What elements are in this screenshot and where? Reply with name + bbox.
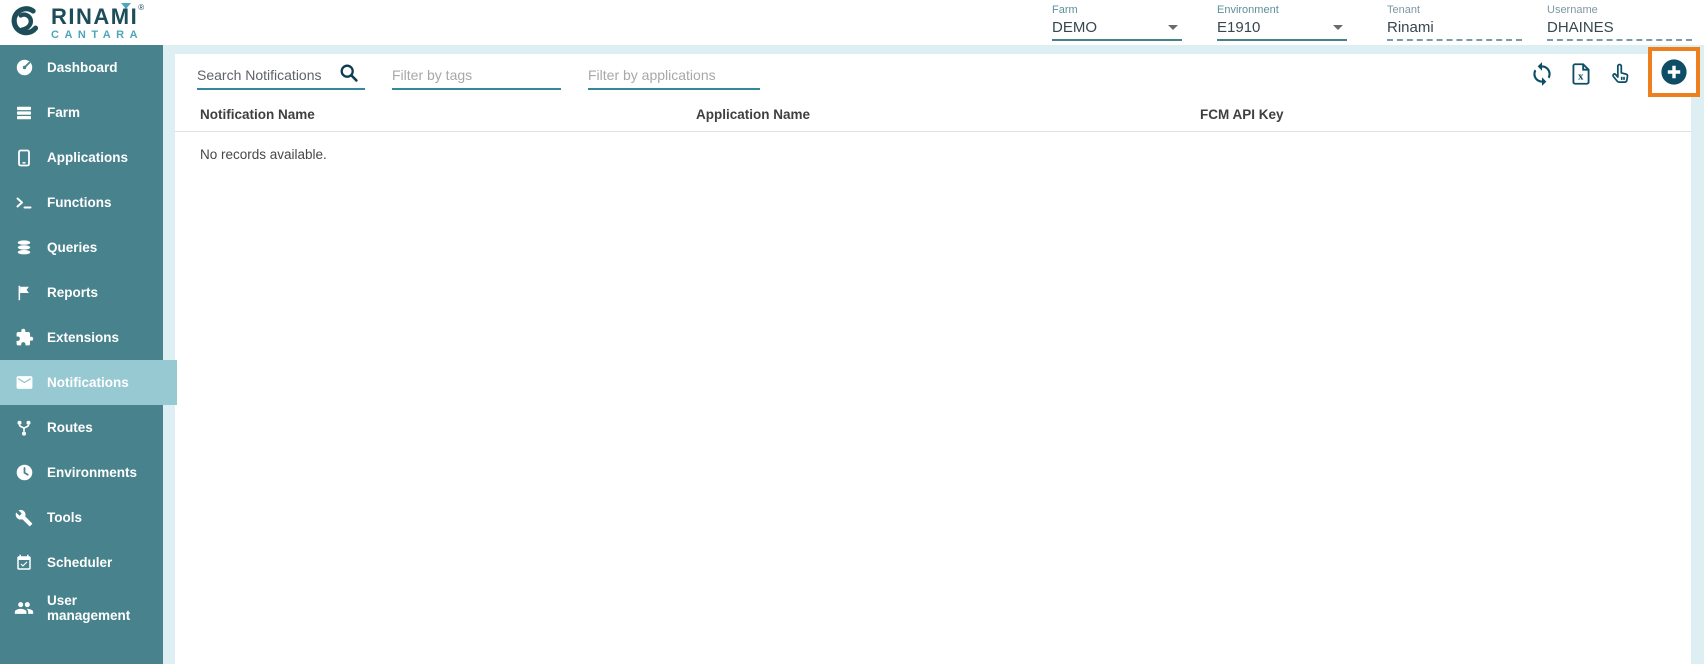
sidebar-item-environments[interactable]: Environments	[0, 450, 163, 495]
sidebar-item-label: Applications	[47, 150, 128, 165]
tools-icon	[14, 508, 34, 528]
sidebar-item-label: Scheduler	[47, 555, 112, 570]
sidebar-item-label: Queries	[47, 240, 97, 255]
sidebar-item-label: Dashboard	[47, 60, 118, 75]
sidebar-item-label: User management	[47, 593, 163, 623]
sidebar-item-queries[interactable]: Queries	[0, 225, 163, 270]
main-content-area: x Notification Name Application Name FCM…	[163, 45, 1704, 664]
sidebar-item-functions[interactable]: Functions	[0, 180, 163, 225]
farm-label: Farm	[1052, 4, 1182, 16]
notifications-toolbar: x	[175, 54, 1691, 98]
notifications-table-header: Notification Name Application Name FCM A…	[175, 98, 1691, 132]
username-value: DHAINES	[1547, 19, 1614, 36]
notifications-panel: x Notification Name Application Name FCM…	[175, 54, 1691, 664]
user-management-icon	[14, 598, 34, 618]
column-header-application-name: Application Name	[671, 107, 1175, 122]
sidebar-item-reports[interactable]: Reports	[0, 270, 163, 315]
farm-icon	[14, 103, 34, 123]
username-field: Username DHAINES	[1547, 4, 1692, 41]
empty-table-message: No records available.	[175, 132, 1691, 177]
sidebar-item-label: Tools	[47, 510, 82, 525]
sidebar-item-label: Reports	[47, 285, 98, 300]
environment-selector[interactable]: Environment E1910	[1217, 4, 1347, 41]
top-header-bar: RINAMI® CANTARA Farm DEMO Environment E1…	[0, 0, 1704, 45]
sidebar-item-routes[interactable]: Routes	[0, 405, 163, 450]
search-icon[interactable]	[339, 63, 359, 83]
filter-by-tags-field[interactable]	[392, 56, 561, 90]
sidebar-item-label: Farm	[47, 105, 80, 120]
sidebar-item-label: Notifications	[47, 375, 129, 390]
excel-export-icon[interactable]: x	[1568, 61, 1594, 87]
hand-pointer-icon[interactable]	[1607, 61, 1633, 87]
sidebar-item-label: Functions	[47, 195, 112, 210]
filter-by-tags-input[interactable]	[392, 67, 561, 83]
reports-icon	[14, 283, 34, 303]
search-notifications-input[interactable]	[197, 67, 339, 83]
rinami-swirl-logo-icon	[7, 2, 45, 45]
brand-flag-icon	[121, 3, 131, 9]
chevron-down-icon[interactable]	[1168, 25, 1178, 30]
app-logo: RINAMI® CANTARA	[7, 2, 144, 45]
tenant-field: Tenant Rinami	[1387, 4, 1522, 41]
farm-selector[interactable]: Farm DEMO	[1052, 4, 1182, 41]
notifications-icon	[14, 373, 34, 393]
column-header-notification-name: Notification Name	[175, 107, 671, 122]
sidebar-item-user-management[interactable]: User management	[0, 585, 163, 630]
sidebar-item-dashboard[interactable]: Dashboard	[0, 45, 163, 90]
sidebar-item-label: Routes	[47, 420, 93, 435]
filter-by-applications-input[interactable]	[588, 67, 760, 83]
queries-icon	[14, 238, 34, 258]
farm-value: DEMO	[1052, 19, 1097, 36]
search-notifications-field[interactable]	[197, 56, 365, 90]
sidebar-item-farm[interactable]: Farm	[0, 90, 163, 135]
filter-by-applications-field[interactable]	[588, 56, 760, 90]
sidebar-item-extensions[interactable]: Extensions	[0, 315, 163, 360]
environment-value: E1910	[1217, 19, 1260, 36]
extensions-icon	[14, 328, 34, 348]
routes-icon	[14, 418, 34, 438]
environment-label: Environment	[1217, 4, 1347, 16]
refresh-icon[interactable]	[1529, 61, 1555, 87]
sidebar-item-label: Extensions	[47, 330, 119, 345]
sidebar-nav: Dashboard Farm Applications Functions Qu…	[0, 45, 163, 664]
tenant-label: Tenant	[1387, 4, 1522, 16]
svg-text:x: x	[1578, 70, 1584, 82]
sidebar-item-tools[interactable]: Tools	[0, 495, 163, 540]
functions-icon	[14, 193, 34, 213]
sidebar-item-notifications[interactable]: Notifications	[0, 360, 177, 405]
brand-subname: CANTARA	[51, 30, 144, 41]
username-label: Username	[1547, 4, 1692, 16]
sidebar-item-scheduler[interactable]: Scheduler	[0, 540, 163, 585]
sidebar-item-label: Environments	[47, 465, 137, 480]
scheduler-icon	[14, 553, 34, 573]
add-button-highlight-box	[1648, 47, 1700, 97]
chevron-down-icon[interactable]	[1333, 25, 1343, 30]
environments-icon	[14, 463, 34, 483]
add-icon[interactable]	[1660, 58, 1688, 86]
registered-mark: ®	[138, 3, 144, 12]
sidebar-item-applications[interactable]: Applications	[0, 135, 163, 180]
tenant-value: Rinami	[1387, 19, 1434, 36]
applications-icon	[14, 148, 34, 168]
dashboard-icon	[14, 58, 34, 78]
column-header-fcm-api-key: FCM API Key	[1175, 107, 1691, 122]
